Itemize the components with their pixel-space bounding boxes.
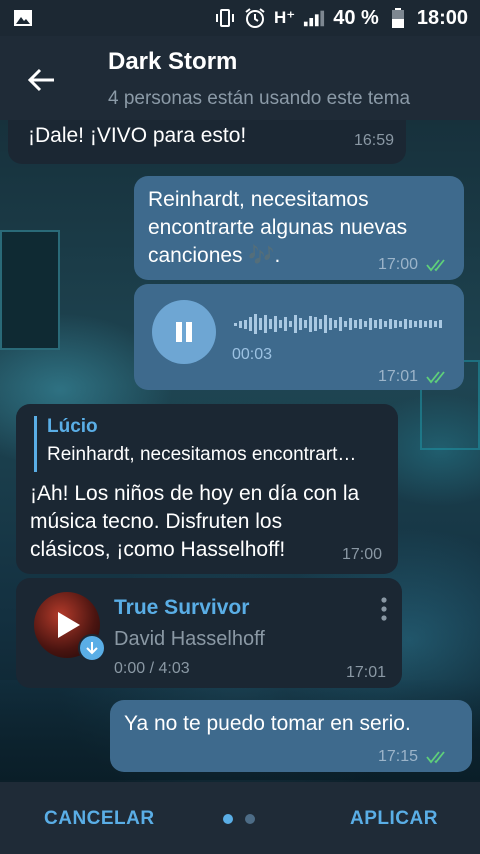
pause-icon bbox=[176, 322, 192, 342]
song-title: True Survivor bbox=[114, 596, 250, 619]
app-bar: Dark Storm 4 personas están usando este … bbox=[0, 36, 480, 120]
message-time: 17:15 bbox=[378, 748, 419, 765]
message-text: ¡Ah! Los niños de hoy en día con la músi… bbox=[30, 482, 360, 561]
song-artist: David Hasselhoff bbox=[114, 628, 265, 650]
back-arrow-icon[interactable] bbox=[24, 62, 60, 98]
message-text: Ya no te puedo tomar en serio. bbox=[124, 712, 411, 735]
background-sign bbox=[0, 230, 60, 350]
status-bar: H⁺ 40 % 18:00 bbox=[0, 0, 480, 36]
reply-author: Lúcio bbox=[47, 416, 98, 437]
message-text: ¡Dale! ¡VIVO para esto! bbox=[28, 124, 247, 147]
theme-title: Dark Storm bbox=[108, 48, 238, 75]
alarm-icon bbox=[244, 7, 266, 29]
message-time: 17:00 bbox=[342, 546, 383, 563]
voice-waveform[interactable] bbox=[234, 312, 446, 336]
chat-preview: ¡Dale! ¡VIVO para esto! 16:59 Reinhardt,… bbox=[0, 120, 480, 782]
message-bubble-outgoing[interactable]: Reinhardt, necesitamos encontrarte algun… bbox=[134, 176, 464, 280]
page-indicator-active[interactable] bbox=[223, 814, 233, 824]
clock: 18:00 bbox=[416, 6, 468, 29]
message-bubble-incoming[interactable]: Lúcio Reinhardt, necesitamos encontrart…… bbox=[16, 404, 398, 574]
download-button[interactable] bbox=[78, 634, 106, 662]
more-options-icon[interactable] bbox=[378, 596, 390, 624]
voice-message-bubble[interactable]: 00:03 17:01 bbox=[134, 284, 464, 390]
bottom-action-bar: CANCELAR APLICAR bbox=[0, 782, 480, 854]
play-icon bbox=[58, 612, 80, 638]
gallery-notification-icon bbox=[12, 7, 34, 29]
message-bubble-outgoing[interactable]: Ya no te puedo tomar en serio. 17:15 bbox=[110, 700, 472, 772]
signal-icon bbox=[303, 7, 325, 29]
read-checks-icon bbox=[426, 371, 445, 384]
battery-icon bbox=[387, 7, 409, 29]
voice-duration: 00:03 bbox=[232, 346, 273, 363]
song-progress: 0:00 / 4:03 bbox=[114, 660, 190, 677]
battery-percent: 40 % bbox=[333, 6, 379, 29]
cancel-button[interactable]: CANCELAR bbox=[44, 808, 155, 830]
message-time: 17:01 bbox=[346, 664, 387, 681]
message-time: 16:59 bbox=[353, 132, 394, 149]
message-bubble-incoming[interactable]: ¡Dale! ¡VIVO para esto! 16:59 bbox=[8, 120, 406, 164]
reply-quote[interactable]: Lúcio Reinhardt, necesitamos encontrart… bbox=[34, 416, 390, 472]
message-time: 17:01 bbox=[378, 368, 419, 385]
message-time: 17:00 bbox=[378, 256, 419, 273]
pause-button[interactable] bbox=[152, 300, 216, 364]
theme-subtitle: 4 personas están usando este tema bbox=[108, 88, 411, 109]
reply-text: Reinhardt, necesitamos encontrart… bbox=[47, 444, 357, 465]
network-type: H⁺ bbox=[274, 8, 296, 27]
read-checks-icon bbox=[426, 259, 445, 272]
vibrate-icon bbox=[214, 7, 236, 29]
audio-message-bubble[interactable]: True Survivor David Hasselhoff 0:00 / 4:… bbox=[16, 578, 402, 688]
apply-button[interactable]: APLICAR bbox=[350, 808, 438, 830]
read-checks-icon bbox=[426, 751, 445, 764]
download-arrow-icon bbox=[86, 642, 98, 655]
page-indicator[interactable] bbox=[245, 814, 255, 824]
